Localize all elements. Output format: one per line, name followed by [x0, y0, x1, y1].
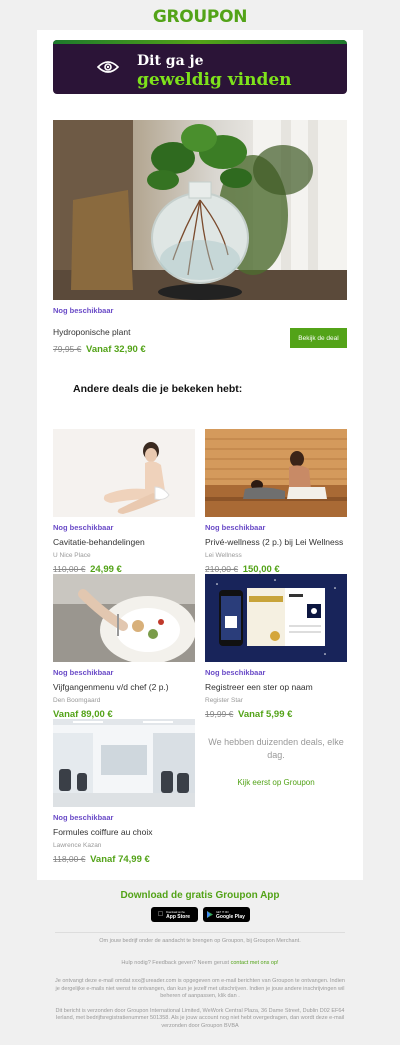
- deal-title[interactable]: Formules coiffure au choix: [53, 827, 195, 837]
- app-download-title: Download de gratis Groupon App: [120, 890, 280, 901]
- section-title: Andere deals die je bekeken hebt:: [73, 383, 243, 395]
- merchant-name: Den Boomgaard: [53, 697, 101, 704]
- hero-line-1: Dit ga je: [137, 53, 204, 69]
- header: GROUPON: [0, 0, 400, 34]
- deal-image-salon[interactable]: [53, 719, 195, 807]
- deal-tile[interactable]: Nog beschikbaar Cavitatie-behandelingen …: [53, 429, 195, 575]
- deal-tile[interactable]: Nog beschikbaar Vijfgangenmenu v/d chef …: [53, 574, 195, 720]
- footer: Download de gratis Groupon App  Downloa…: [0, 880, 400, 1030]
- groupon-logo[interactable]: GROUPON: [153, 7, 248, 27]
- star-registry-illustration: [205, 574, 347, 662]
- promo-message: We hebben duizenden deals, elke dag.: [208, 737, 344, 760]
- hydroponic-plant-image[interactable]: [53, 120, 347, 300]
- deal-image-cavitation[interactable]: [53, 429, 195, 517]
- merchant-name: Lawrence Kazan: [53, 842, 102, 849]
- groupon-link[interactable]: Kijk eerst op Groupon: [237, 778, 314, 787]
- apple-icon: : [158, 911, 163, 918]
- availability-label: Nog beschikbaar: [53, 523, 114, 532]
- price-row: 19,99 € Vanaf 5,99 €: [205, 709, 347, 720]
- contact-link[interactable]: contact met ons op!: [231, 960, 279, 966]
- availability-label: Nog beschikbaar: [53, 668, 114, 677]
- footer-divider: [55, 932, 345, 933]
- google-play-label: Google Play: [216, 913, 245, 920]
- deal-title[interactable]: Vijfgangenmenu v/d chef (2 p.): [53, 682, 195, 692]
- hero-banner: Dit ga je geweldig vinden: [53, 40, 347, 94]
- old-price: 118,00 €: [53, 854, 86, 864]
- email-card: Dit ga je geweldig vinden Nog beschikbaa…: [37, 30, 363, 880]
- main-deal-info: Nog beschikbaar Hydroponische plant 79,9…: [53, 306, 347, 355]
- old-price: 210,00 €: [205, 564, 239, 574]
- old-price: 79,95 €: [53, 344, 82, 354]
- merchant-name: U Nice Place: [53, 552, 91, 559]
- merchant-text: Om jouw bedrijf onder de aandacht te bre…: [99, 938, 301, 944]
- plant-illustration: [53, 120, 347, 300]
- app-store-label: App Store: [163, 913, 190, 920]
- eye-icon: [97, 61, 119, 73]
- deal-price: Vanaf 74,99 €: [90, 854, 150, 865]
- deal-price: Vanaf 5,99 €: [238, 709, 293, 720]
- app-store-button[interactable]:  Download on the App Store: [150, 907, 198, 922]
- deal-tile[interactable]: Nog beschikbaar Privé-wellness (2 p.) bi…: [205, 429, 347, 575]
- deal-image-dinner[interactable]: [53, 574, 195, 662]
- old-price: 19,99 €: [205, 709, 234, 719]
- merchant-name: Register Star: [205, 697, 243, 704]
- salon-illustration: [53, 719, 195, 807]
- dinner-illustration: [53, 574, 195, 662]
- help-text: Hulp nodig? Feedback geven? Neem gerust: [121, 959, 230, 966]
- merchant-name: Lei Wellness: [205, 552, 242, 559]
- help-text-row: Hulp nodig? Feedback geven? Neem gerust …: [0, 960, 400, 968]
- deal-title[interactable]: Cavitatie-behandelingen: [53, 537, 195, 547]
- old-price: 110,00 €: [53, 564, 86, 574]
- app-badges:  Download on the App Store GET IT ON Go…: [0, 907, 400, 922]
- availability-label: Nog beschikbaar: [205, 523, 266, 532]
- promo-block: We hebben duizenden deals, elke dag. Kij…: [205, 736, 347, 790]
- deal-price: Vanaf 32,90 €: [86, 344, 146, 355]
- google-play-button[interactable]: GET IT ON Google Play: [202, 907, 250, 922]
- deal-tile[interactable]: Nog beschikbaar Formules coiffure au cho…: [53, 719, 195, 865]
- deal-image-star[interactable]: [205, 574, 347, 662]
- legal-text-2: Dit bericht is verzonden door Groupon In…: [55, 1007, 345, 1029]
- hero-line-2: geweldig vinden: [137, 70, 292, 90]
- availability-label: Nog beschikbaar: [53, 813, 114, 822]
- cavitation-illustration: [103, 442, 170, 514]
- price-row: 118,00 € Vanaf 74,99 €: [53, 854, 195, 865]
- google-play-icon: [207, 911, 214, 918]
- banner-stripe: [53, 40, 347, 44]
- deal-title[interactable]: Registreer een ster op naam: [205, 682, 347, 692]
- deal-tile[interactable]: Nog beschikbaar Registreer een ster op n…: [205, 574, 347, 720]
- deal-image-wellness[interactable]: [205, 429, 347, 517]
- sauna-illustration: [205, 429, 347, 517]
- deal-title[interactable]: Privé-wellness (2 p.) bij Lei Wellness: [205, 537, 347, 547]
- availability-label: Nog beschikbaar: [205, 668, 266, 677]
- legal-text-1: Je ontvangt deze e-mail omdat xxx@ureade…: [55, 978, 345, 999]
- view-deal-button[interactable]: Bekijk de deal: [290, 328, 347, 348]
- availability-label: Nog beschikbaar: [53, 306, 114, 315]
